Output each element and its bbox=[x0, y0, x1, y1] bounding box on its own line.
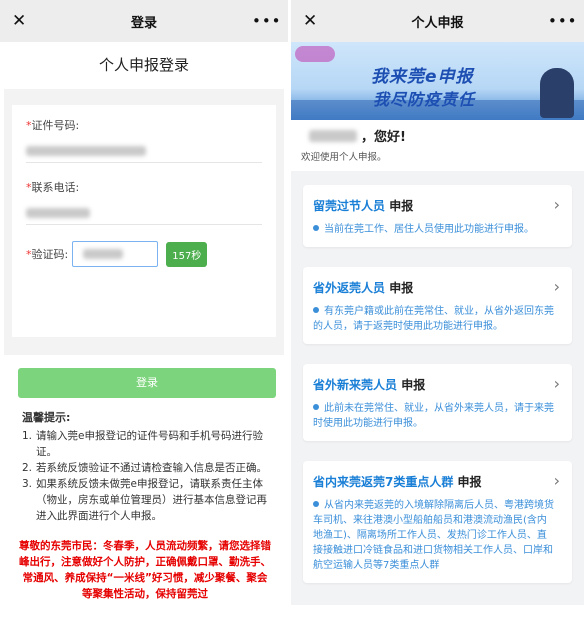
card-description: 当前在莞工作、居住人员使用此功能进行申报。 bbox=[313, 222, 560, 237]
greeting: ，您好! bbox=[301, 126, 574, 145]
card-title: 留莞过节人员 申报 bbox=[313, 199, 414, 213]
login-form-inner: *证件号码: *联系电话: *验证码: 157秒 bbox=[12, 105, 276, 337]
chevron-right-icon: › bbox=[553, 195, 560, 214]
more-icon[interactable]: ••• bbox=[252, 12, 281, 30]
tip-item: 3. 如果系统反馈未做莞e申报登记，请联系责任主体（物业，房东或单位管理员）进行基… bbox=[22, 478, 267, 522]
login-topbar: ✕ 登录 ••• bbox=[0, 0, 288, 42]
tip-item: 2. 若系统反馈验证不通过请检查输入信息是否正确。 bbox=[22, 462, 267, 474]
declaration-card-return[interactable]: 省外返莞人员 申报 › 有东莞户籍或此前在莞常住、就业，从省外返回东莞的人员，请… bbox=[303, 267, 572, 344]
phone-input[interactable] bbox=[26, 201, 262, 225]
bullet-icon bbox=[313, 225, 319, 231]
banner-slogan-2: 我尽防疫责任 bbox=[373, 90, 476, 109]
phone-field-group: *联系电话: bbox=[26, 179, 262, 225]
tips-title: 温馨提示: bbox=[22, 411, 71, 424]
tips-section: 温馨提示: 1. 请输入莞e申报登记的证件号码和手机号码进行验证。 2. 若系统反馈… bbox=[0, 398, 288, 524]
tip-item: 1. 请输入莞e申报登记的证件号码和手机号码进行验证。 bbox=[22, 430, 263, 458]
declaration-card-key-groups[interactable]: 省内来莞返莞7类重点人群 申报 › 从省内来莞返莞的入境解除隔离后人员、粤港跨境… bbox=[303, 461, 572, 583]
verification-code-input[interactable] bbox=[72, 241, 159, 267]
login-form: *证件号码: *联系电话: *验证码: 157秒 bbox=[4, 89, 284, 355]
banner-slogan-1: 我来莞e申报 bbox=[371, 67, 474, 87]
card-description: 有东莞户籍或此前在莞常住、就业，从省外返回东莞的人员，请于返莞时使用此功能进行申… bbox=[313, 306, 554, 332]
chevron-right-icon: › bbox=[553, 277, 560, 296]
resend-code-button[interactable]: 157秒 bbox=[166, 241, 208, 267]
chevron-right-icon: › bbox=[553, 471, 560, 490]
close-icon[interactable]: ✕ bbox=[303, 11, 327, 31]
card-description: 从省内来莞返莞的入境解除隔离后人员、粤港跨境货车司机、来往港澳小型船舶船员和港澳… bbox=[313, 500, 554, 571]
id-number-input[interactable] bbox=[26, 139, 262, 163]
id-number-field-group: *证件号码: bbox=[26, 117, 262, 163]
police-figure bbox=[540, 68, 574, 118]
declaration-topbar: ✕ 个人申报 ••• bbox=[291, 0, 584, 42]
login-button[interactable]: 登录 bbox=[18, 368, 276, 398]
phone-label: *联系电话: bbox=[26, 181, 80, 194]
declaration-card-new-arrival[interactable]: 省外新来莞人员 申报 › 此前未在莞常住、就业，从省外来莞人员，请于来莞时使用此… bbox=[303, 364, 572, 441]
close-icon[interactable]: ✕ bbox=[12, 11, 36, 31]
verification-row: *验证码: 157秒 bbox=[26, 241, 262, 267]
bullet-icon bbox=[313, 307, 319, 313]
banner-image: 我来莞e申报 我尽防疫责任 bbox=[291, 42, 584, 120]
welcome-text: 欢迎使用个人申报。 bbox=[301, 152, 387, 163]
card-title: 省内来莞返莞7类重点人群 申报 bbox=[313, 475, 482, 489]
topbar-title: 个人申报 bbox=[411, 15, 464, 31]
declaration-card-stay[interactable]: 留莞过节人员 申报 › 当前在莞工作、居住人员使用此功能进行申报。 bbox=[303, 185, 572, 247]
id-number-label: *证件号码: bbox=[26, 119, 80, 132]
more-icon[interactable]: ••• bbox=[548, 12, 577, 30]
page-title: 个人申报登录 bbox=[98, 56, 189, 74]
bullet-icon bbox=[313, 404, 319, 410]
declaration-screen: ✕ 个人申报 ••• 我来莞e申报 我尽防疫责任 ，您好! 欢迎使用个人申报。 … bbox=[291, 0, 584, 605]
login-screen: ✕ 登录 ••• 个人申报登录 *证件号码: *联系电话: *验证码: 157秒… bbox=[0, 0, 288, 605]
topbar-title: 登录 bbox=[130, 15, 157, 31]
masked-value bbox=[26, 146, 146, 156]
masked-name bbox=[309, 129, 357, 142]
masked-value bbox=[83, 249, 124, 259]
greeting-section: ，您好! 欢迎使用个人申报。 bbox=[291, 120, 584, 171]
chevron-right-icon: › bbox=[553, 374, 560, 393]
public-notice: 尊敬的东莞市民：冬春季，人员流动频繁，请您选择错峰出行，注意做好个人防护，正确佩… bbox=[19, 540, 271, 600]
code-label: *验证码: bbox=[26, 248, 69, 261]
card-description: 此前未在莞常住、就业，从省外来莞人员，请于来莞时使用此功能进行申报。 bbox=[313, 403, 554, 429]
masked-value bbox=[26, 208, 90, 218]
bullet-icon bbox=[313, 501, 319, 507]
cloud-decoration bbox=[295, 46, 335, 62]
card-title: 省外新来莞人员 申报 bbox=[313, 378, 426, 392]
card-title: 省外返莞人员 申报 bbox=[313, 281, 414, 295]
